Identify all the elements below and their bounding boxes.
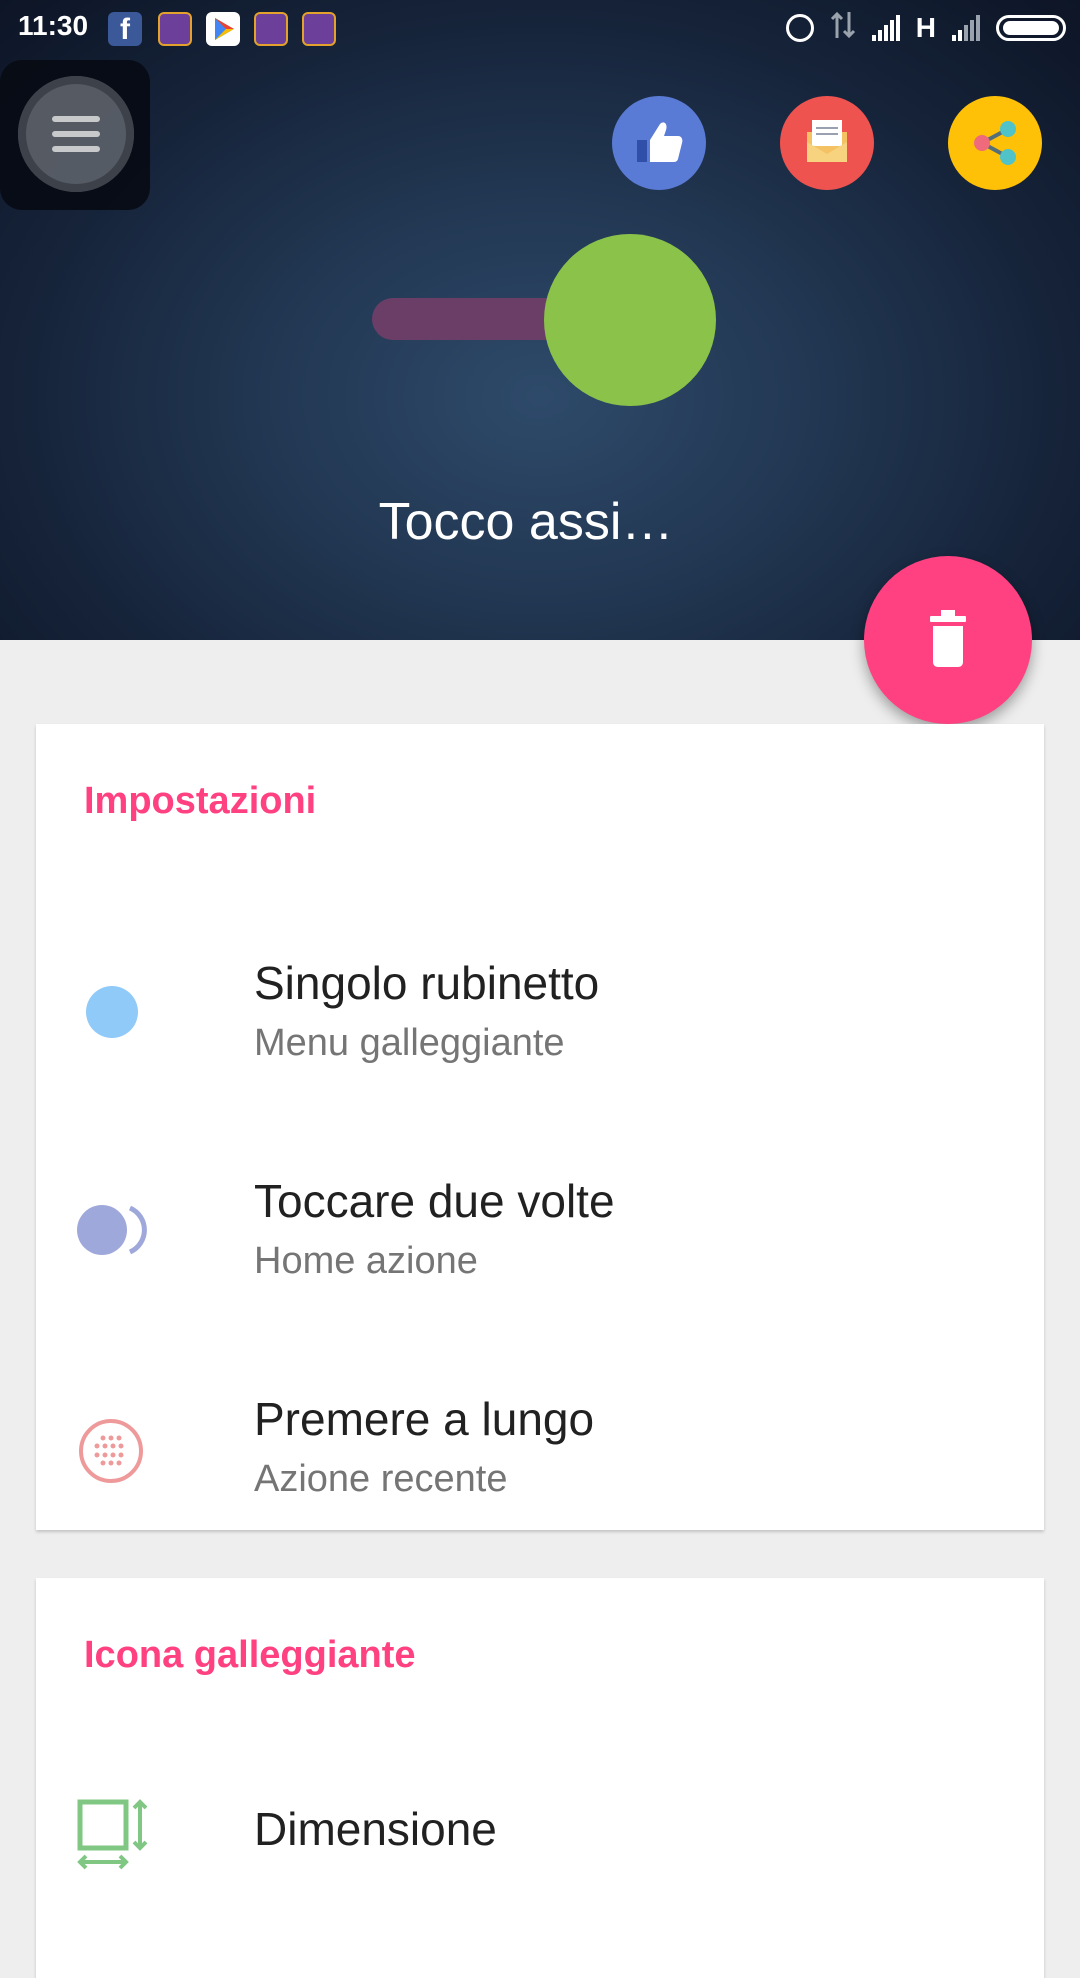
play-store-icon <box>206 12 240 46</box>
setting-title: Premere a lungo <box>254 1393 595 1445</box>
settings-section-title: Impostazioni <box>84 780 317 822</box>
signal-icon <box>952 15 980 41</box>
alarm-icon <box>785 14 814 42</box>
envelope-icon <box>807 120 847 162</box>
floating-icon-section-title: Icona galleggiante <box>84 1634 416 1676</box>
thumbs-up-icon <box>637 122 683 162</box>
setting-subtitle: Home azione <box>254 1240 478 1282</box>
single-tap-icon <box>84 984 140 1045</box>
like-button[interactable] <box>612 96 706 190</box>
long-press-icon <box>78 1418 144 1489</box>
data-transfer-icon <box>830 10 856 47</box>
facebook-icon: f <box>108 12 142 46</box>
setting-long-press[interactable]: Premere a lungo Azione recente <box>36 1360 1044 1540</box>
delete-button[interactable] <box>864 556 1032 724</box>
setting-subtitle: Azione recente <box>254 1458 508 1500</box>
header-title: Tocco assi… <box>378 493 674 551</box>
header-panel: 11:30 f H Tocco assi… <box>0 0 1080 640</box>
status-time: 11:30 <box>18 10 89 41</box>
setting-subtitle: Menu galleggiante <box>254 1022 565 1064</box>
game-icon <box>158 12 192 46</box>
setting-double-tap[interactable]: Toccare due volte Home azione <box>36 1142 1044 1322</box>
network-type-label: H <box>915 12 936 43</box>
assistive-touch-toggle-knob[interactable] <box>544 234 716 406</box>
setting-single-tap[interactable]: Singolo rubinetto Menu galleggiante <box>36 924 1044 1104</box>
game-icon <box>302 12 336 46</box>
setting-title: Singolo rubinetto <box>254 957 600 1009</box>
setting-title: Toccare due volte <box>254 1175 615 1227</box>
share-button[interactable] <box>948 96 1042 190</box>
setting-size[interactable]: Dimensione <box>36 1758 1044 1918</box>
settings-card: Impostazioni Singolo rubinetto Menu gall… <box>36 724 1044 1530</box>
resize-icon <box>76 1798 152 1877</box>
trash-icon <box>930 610 966 667</box>
assistive-touch-toggle-track[interactable] <box>372 298 572 340</box>
floating-icon-card: Icona galleggiante Dimensione <box>36 1578 1044 1978</box>
double-tap-icon <box>76 1202 152 1263</box>
share-icon <box>974 121 1016 165</box>
setting-title: Dimensione <box>254 1803 497 1855</box>
status-bar: 11:30 f H <box>0 0 1080 58</box>
floating-menu-button-container[interactable] <box>0 60 150 210</box>
battery-icon <box>996 15 1066 41</box>
menu-icon[interactable] <box>18 76 134 192</box>
feedback-button[interactable] <box>780 96 874 190</box>
game-icon <box>254 12 288 46</box>
signal-icon <box>871 15 900 41</box>
